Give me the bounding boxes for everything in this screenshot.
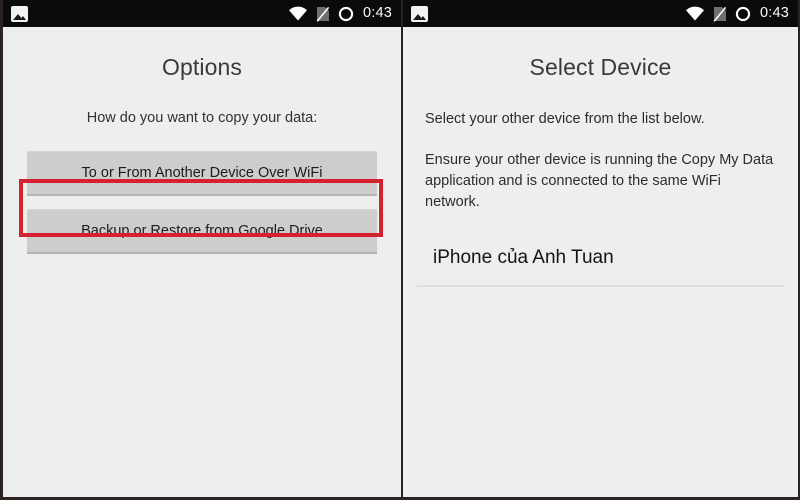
- left-panel-content: Options How do you want to copy your dat…: [3, 27, 401, 497]
- sim-card-off-icon: [316, 6, 330, 22]
- sim-card-off-icon: [713, 6, 727, 22]
- left-phone-screen: 0:43 Options How do you want to copy you…: [3, 0, 401, 497]
- instruction-paragraph-1: Select your other device from the list b…: [425, 111, 705, 127]
- status-bar-right-left-icons: [411, 5, 428, 22]
- status-bar-left-icons: [11, 5, 28, 22]
- button-spacer: [27, 196, 377, 209]
- screenshot-root: 0:43 Options How do you want to copy you…: [0, 0, 800, 500]
- circle-ring-icon: [338, 6, 354, 22]
- list-item[interactable]: iPhone của Anh Tuan: [417, 247, 784, 287]
- google-drive-button[interactable]: Backup or Restore from Google Drive: [27, 209, 377, 254]
- right-panel-content: Select Device Select your other device f…: [403, 27, 798, 497]
- status-bar-right: 0:43: [403, 0, 798, 27]
- wifi-icon: [288, 6, 308, 21]
- wifi-transfer-button[interactable]: To or From Another Device Over WiFi: [27, 151, 377, 196]
- status-bar-clock: 0:43: [362, 5, 392, 22]
- page-title: Select Device: [529, 54, 672, 80]
- photo-icon: [411, 5, 428, 22]
- prompt-text: How do you want to copy your data:: [86, 110, 318, 126]
- options-button-group: To or From Another Device Over WiFi Back…: [3, 151, 401, 254]
- wifi-icon: [685, 6, 705, 21]
- status-bar-clock: 0:43: [759, 5, 789, 22]
- instruction-paragraph-2: Ensure your other device is running the …: [425, 152, 774, 210]
- device-list: iPhone của Anh Tuan: [403, 247, 798, 287]
- photo-icon: [11, 5, 28, 22]
- status-bar-right-system-icons: 0:43: [685, 6, 789, 22]
- right-phone-screen: 0:43 Select Device Select your other dev…: [401, 0, 798, 497]
- circle-ring-icon: [735, 6, 751, 22]
- status-bar-left: 0:43: [3, 0, 401, 27]
- status-bar-right-icons: 0:43: [288, 6, 392, 22]
- page-title: Options: [162, 54, 242, 80]
